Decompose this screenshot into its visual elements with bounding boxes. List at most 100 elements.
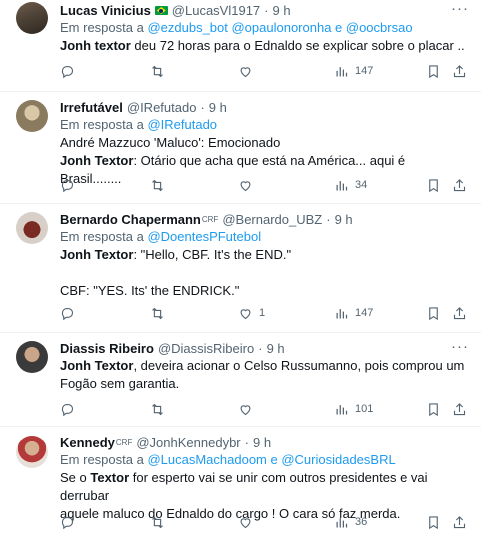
share-button[interactable] (452, 64, 467, 79)
reply-mentions[interactable]: @LucasMachadoom e @CuriosidadesBRL (147, 452, 395, 467)
share-button[interactable] (452, 178, 467, 193)
views-button[interactable]: 36 (334, 515, 367, 530)
handle[interactable]: @IRefutado (127, 99, 197, 116)
retweet-button[interactable] (150, 178, 171, 193)
timestamp[interactable]: 9 h (209, 99, 227, 116)
bookmark-button[interactable] (426, 515, 441, 530)
text-line: CBF: "YES. Its' the ENDRICK." (60, 283, 240, 298)
like-button[interactable] (238, 64, 259, 79)
text-bold: Jonh Textor (60, 247, 134, 262)
views-button[interactable]: 101 (334, 402, 373, 417)
reply-prefix: Em resposta a (60, 452, 144, 467)
like-button[interactable]: 1 (238, 306, 265, 321)
handle[interactable]: @DiassisRibeiro (158, 340, 254, 357)
retweet-button[interactable] (150, 402, 171, 417)
share-button[interactable] (452, 306, 467, 321)
more-icon[interactable]: ··· (451, 338, 469, 355)
action-bar: 34 (60, 176, 469, 194)
tweet[interactable]: Diassis Ribeiro @DiassisRibeiro · 9 h ··… (0, 334, 481, 427)
display-name[interactable]: Diassis Ribeiro (60, 340, 154, 357)
timestamp[interactable]: 9 h (253, 434, 271, 451)
avatar[interactable] (16, 341, 48, 373)
text-line: André Mazzuco 'Maluco': Emocionado (60, 135, 281, 150)
views-icon (336, 404, 348, 414)
tweet[interactable]: Lucas Vinicius @LucasVl1917 · 9 h ··· Em… (0, 0, 481, 92)
reply-button[interactable] (60, 306, 81, 321)
reply-mentions[interactable]: @DoentesPFutebol (147, 229, 261, 244)
tweet-text: Jonh Textor: "Hello, CBF. It's the END."… (60, 246, 469, 300)
retweet-button[interactable] (150, 515, 171, 530)
share-button[interactable] (452, 515, 467, 530)
views-button[interactable]: 34 (334, 178, 367, 193)
reply-icon (61, 307, 74, 320)
separator-dot: · (326, 212, 331, 227)
timestamp[interactable]: 9 h (335, 211, 353, 228)
like-button[interactable] (238, 515, 259, 530)
share-button[interactable] (452, 402, 467, 417)
club-badge: CRF (115, 438, 133, 447)
views-button[interactable]: 147 (334, 306, 373, 321)
reply-mentions[interactable]: @ezdubs_bot @opaulonoronha e @oocbrsao (147, 20, 412, 35)
text-bold: Textor (90, 470, 130, 485)
bookmark-button[interactable] (426, 178, 441, 193)
reply-button[interactable] (60, 515, 81, 530)
text-line: Se o (60, 470, 91, 485)
action-bar: 101 (60, 400, 469, 418)
avatar[interactable] (16, 212, 48, 244)
reply-icon (61, 65, 74, 78)
reply-prefix: Em resposta a (60, 229, 144, 244)
bookmark-icon (429, 306, 438, 320)
heart-icon (240, 180, 251, 191)
more-icon[interactable]: ··· (451, 0, 469, 17)
display-name[interactable]: Kennedy (60, 434, 115, 451)
display-name[interactable]: Irrefutável (60, 99, 123, 116)
views-icon (336, 517, 348, 527)
bookmark-button[interactable] (426, 306, 441, 321)
reply-context: Em resposta a @LucasMachadoom e @Curiosi… (60, 451, 469, 469)
reply-prefix: Em resposta a (60, 20, 144, 35)
reply-button[interactable] (60, 178, 81, 193)
share-icon (453, 178, 466, 191)
separator-dot: · (258, 341, 263, 356)
bookmark-button[interactable] (426, 64, 441, 79)
views-icon (336, 308, 348, 318)
avatar[interactable] (16, 436, 48, 468)
action-bar: 36 (60, 513, 469, 531)
retweet-button[interactable] (150, 306, 171, 321)
tweet-text: Jonh Textor, deveira acionar o Celso Rus… (60, 357, 469, 393)
text-bold: Jonh Textor (60, 358, 134, 373)
handle[interactable]: @LucasVl1917 (172, 2, 260, 19)
reply-button[interactable] (60, 64, 81, 79)
handle[interactable]: @Bernardo_UBZ (222, 211, 322, 228)
views-count: 101 (355, 403, 374, 415)
reply-button[interactable] (60, 402, 81, 417)
reply-context: Em resposta a @ezdubs_bot @opaulonoronha… (60, 19, 469, 37)
timestamp[interactable]: 9 h (267, 340, 285, 357)
retweet-icon (152, 516, 163, 528)
avatar[interactable] (16, 2, 48, 34)
tweet-header: Kennedy CRF @JonhKennedybr · 9 h (60, 434, 469, 451)
views-count: 34 (355, 179, 368, 191)
avatar[interactable] (16, 100, 48, 132)
tweet[interactable]: Irrefutável @IRefutado · 9 h Em resposta… (0, 93, 481, 204)
reply-prefix: Em resposta a (60, 117, 144, 132)
display-name[interactable]: Bernardo Chapermann (60, 211, 201, 228)
views-button[interactable]: 147 (334, 64, 373, 79)
retweet-button[interactable] (150, 64, 171, 79)
text-line: deu 72 horas para o Ednaldo se explicar … (130, 38, 465, 53)
tweet[interactable]: Bernardo Chapermann CRF @Bernardo_UBZ · 9… (0, 205, 481, 333)
bookmark-icon (429, 178, 438, 192)
separator-dot: · (244, 435, 249, 450)
bookmark-button[interactable] (426, 402, 441, 417)
handle[interactable]: @JonhKennedybr (136, 434, 240, 451)
retweet-icon (152, 403, 163, 415)
views-count: 147 (355, 307, 374, 319)
reply-mentions[interactable]: @IRefutado (147, 117, 217, 132)
tweet[interactable]: Kennedy CRF @JonhKennedybr · 9 h Em respo… (0, 428, 481, 541)
like-button[interactable] (238, 402, 259, 417)
display-name[interactable]: Lucas Vinicius (60, 2, 151, 19)
like-button[interactable] (238, 178, 259, 193)
timestamp[interactable]: 9 h (273, 2, 291, 19)
tweet-text: Jonh textor deu 72 horas para o Ednaldo … (60, 37, 469, 55)
